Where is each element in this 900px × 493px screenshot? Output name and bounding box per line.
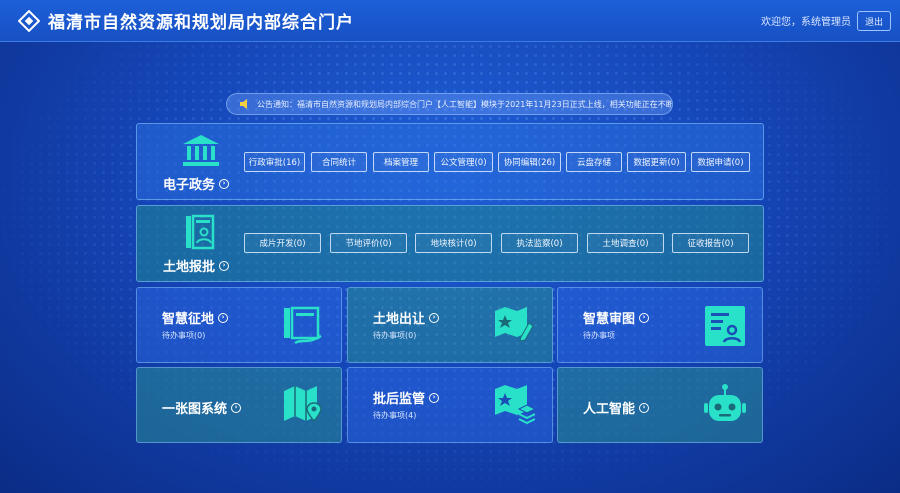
welcome-text: 欢迎您，系统管理员 bbox=[761, 17, 851, 28]
tile-artificial-intelligence-title: 人工智能 bbox=[583, 402, 636, 417]
tile-land-transfer-todo: 待办事项(0) bbox=[373, 331, 417, 340]
link-data-update[interactable]: 数据更新(0) bbox=[627, 152, 686, 172]
tile-smart-map-review-title: 智慧审图 bbox=[583, 312, 636, 327]
chevron-right-icon: › bbox=[639, 402, 650, 413]
link-expropriation-report[interactable]: 征收报告(0) bbox=[672, 233, 749, 253]
bank-building-icon bbox=[181, 134, 221, 170]
link-data-request[interactable]: 数据申请(0) bbox=[691, 152, 750, 172]
section-land-approval-title[interactable]: 土地报批 › bbox=[163, 256, 230, 275]
post-approval-icon bbox=[495, 385, 535, 425]
tile-post-approval-supervision[interactable]: 批后监管 › 待办事项(4) bbox=[347, 367, 553, 443]
tile-land-transfer[interactable]: 土地出让 › 待办事项(0) bbox=[347, 287, 553, 363]
tile-one-map-system[interactable]: 一张图系统 › bbox=[136, 367, 342, 443]
land-acquisition-icon bbox=[284, 306, 322, 345]
link-archive-mgmt[interactable]: 档案管理 bbox=[373, 152, 429, 172]
tile-land-transfer-title: 土地出让 bbox=[373, 312, 426, 327]
chevron-right-icon: › bbox=[429, 392, 440, 403]
chevron-right-icon: › bbox=[218, 312, 229, 323]
link-collab-edit[interactable]: 协同编辑(26) bbox=[498, 152, 561, 172]
section-e-government-label: 电子政务 bbox=[163, 178, 216, 193]
document-user-icon bbox=[181, 214, 221, 250]
link-contract-stats[interactable]: 合同统计 bbox=[311, 152, 367, 172]
link-document-mgmt[interactable]: 公文管理(0) bbox=[434, 152, 493, 172]
tile-smart-map-review-todo: 待办事项 bbox=[583, 331, 615, 340]
section-e-government: 电子政务 › 行政审批(16) 合同统计 档案管理 公文管理(0) 协同编辑(2… bbox=[136, 123, 764, 200]
link-law-enforcement[interactable]: 执法监察(0) bbox=[501, 233, 578, 253]
link-admin-approval[interactable]: 行政审批(16) bbox=[244, 152, 305, 172]
link-parcel-check[interactable]: 地块核计(0) bbox=[415, 233, 492, 253]
map-location-icon bbox=[284, 386, 322, 423]
speaker-icon bbox=[240, 99, 247, 109]
chevron-right-icon: › bbox=[219, 178, 230, 189]
land-transfer-icon bbox=[495, 307, 534, 342]
logo-icon bbox=[18, 9, 40, 32]
link-land-saving-eval[interactable]: 节地评价(0) bbox=[330, 233, 407, 253]
section-e-government-title[interactable]: 电子政务 › bbox=[163, 174, 230, 193]
tile-artificial-intelligence[interactable]: 人工智能 › bbox=[557, 367, 763, 443]
chevron-right-icon: › bbox=[219, 260, 230, 271]
tile-post-approval-todo: 待办事项(4) bbox=[373, 411, 417, 420]
robot-icon bbox=[704, 384, 746, 421]
tile-smart-acquisition-todo: 待办事项(0) bbox=[162, 331, 206, 340]
map-review-icon bbox=[705, 306, 745, 346]
notice-bar[interactable]: 公告通知：福清市自然资源和规划局内部综合门户【人工智能】模块于2021年11月2… bbox=[226, 93, 673, 115]
chevron-right-icon: › bbox=[429, 312, 440, 323]
logout-button[interactable]: 退出 bbox=[857, 11, 891, 31]
notice-text: 公告通知：福清市自然资源和规划局内部综合门户【人工智能】模块于2021年11月2… bbox=[257, 99, 673, 109]
chevron-right-icon: › bbox=[639, 312, 650, 323]
tile-smart-acquisition-title: 智慧征地 bbox=[162, 312, 215, 327]
section-land-approval: 土地报批 › 成片开发(0) 节地评价(0) 地块核计(0) 执法监察(0) 土… bbox=[136, 205, 764, 282]
chevron-right-icon: › bbox=[231, 402, 242, 413]
tile-post-approval-title: 批后监管 bbox=[373, 392, 426, 407]
link-cloud-storage[interactable]: 云盘存储 bbox=[566, 152, 622, 172]
tile-smart-map-review[interactable]: 智慧审图 › 待办事项 bbox=[557, 287, 763, 363]
tile-one-map-system-title: 一张图系统 bbox=[162, 402, 228, 417]
link-land-survey[interactable]: 土地调查(0) bbox=[587, 233, 664, 253]
site-title: 福清市自然资源和规划局内部综合门户 bbox=[48, 13, 354, 33]
tile-smart-acquisition[interactable]: 智慧征地 › 待办事项(0) bbox=[136, 287, 342, 363]
section-land-approval-label: 土地报批 bbox=[163, 260, 216, 275]
link-bulk-development[interactable]: 成片开发(0) bbox=[244, 233, 321, 253]
